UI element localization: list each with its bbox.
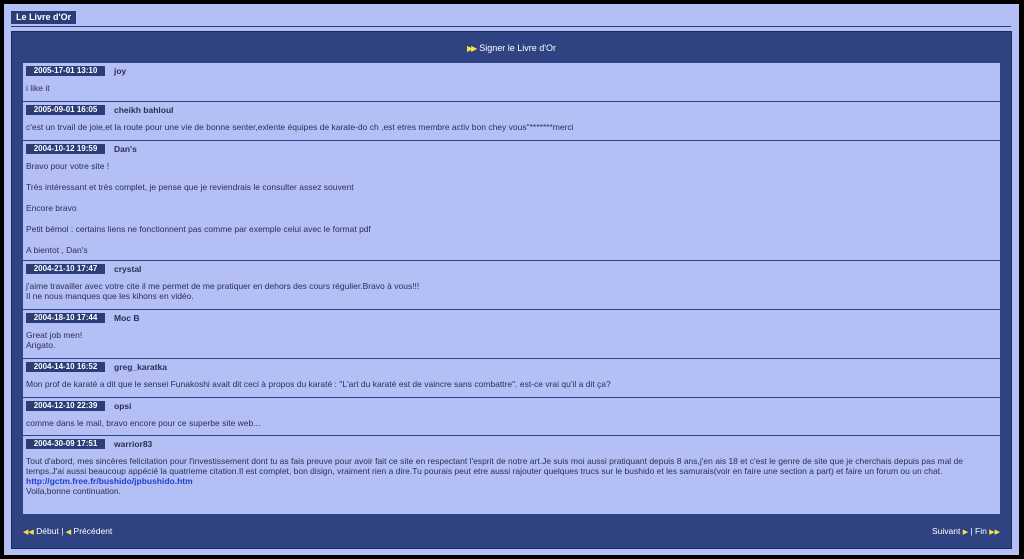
guestbook-page: Le Livre d'Or ▶▶ Signer le Livre d'Or 200…: [4, 4, 1019, 555]
guestbook-entry: 2005-09-01 16:05 cheikh bahloul c'est un…: [23, 102, 1000, 141]
title-divider: [11, 26, 1011, 27]
entry-date: 2005-17-01 13:10: [26, 66, 105, 76]
message-line: Très intéressant et très complet, je pen…: [26, 182, 354, 192]
guestbook-entry: 2004-12-10 22:39 opsi comme dans le mail…: [23, 398, 1000, 436]
arrow-left-icon: ◀: [65, 529, 72, 536]
guestbook-entry: 2004-21-10 17:47 crystal j'aime travaill…: [23, 261, 1000, 310]
entry-message: c'est un trvail de joie,et la route pour…: [23, 116, 1000, 132]
sign-guestbook-label: Signer le Livre d'Or: [479, 43, 557, 53]
entry-message: i like it: [23, 77, 1000, 93]
previous-page-link[interactable]: Précédent: [74, 526, 113, 536]
entry-message: j'aime travailler avec votre cite il me …: [23, 275, 1000, 301]
message-line: j'aime travailler avec votre cite il me …: [26, 281, 420, 291]
message-line: Encore bravo: [26, 203, 77, 213]
entry-message: Tout d'abord, mes sincères felicitation …: [23, 450, 1000, 496]
entry-author: greg_karatka: [114, 362, 167, 372]
guestbook-entry: 2004-10-12 19:59 Dan's Bravo pour votre …: [23, 141, 1000, 261]
guestbook-entry: 2005-17-01 13:10 joy i like it: [23, 63, 1000, 102]
message-line: i like it: [26, 83, 50, 93]
guestbook-entry: 2004-14-10 16:52 greg_karatka Mon prof d…: [23, 359, 1000, 398]
entry-message: Bravo pour votre site ! Très intéressant…: [23, 155, 1000, 255]
entries-list: 2005-17-01 13:10 joy i like it 2005-09-0…: [23, 63, 1000, 514]
entry-author: opsi: [114, 401, 132, 411]
message-line: c'est un trvail de joie,et la route pour…: [26, 122, 574, 132]
entry-link[interactable]: http://gctm.free.fr/bushido/jpbushido.ht…: [26, 476, 193, 486]
guestbook-entry: 2004-18-10 17:44 Moc B Great job men! Ar…: [23, 310, 1000, 359]
page-title: Le Livre d'Or: [11, 11, 77, 24]
entry-message: comme dans le mail, bravo encore pour ce…: [23, 412, 1000, 428]
first-page-link[interactable]: Début: [36, 526, 59, 536]
double-arrow-right-icon: ▶▶: [989, 529, 1000, 536]
entry-date: 2004-21-10 17:47: [26, 264, 105, 274]
message-line: Arigato.: [26, 340, 56, 350]
message-line: Bravo pour votre site !: [26, 161, 110, 171]
nav-separator: |: [58, 526, 66, 536]
entry-message: Mon prof de karaté a dit que le sensei F…: [23, 373, 1000, 389]
entry-author: joy: [114, 66, 127, 76]
entry-date: 2005-09-01 16:05: [26, 105, 105, 115]
message-line: comme dans le mail, bravo encore pour ce…: [26, 418, 261, 428]
guestbook-entry: 2004-30-09 17:51 warrior83 Tout d'abord,…: [23, 436, 1000, 514]
message-line: Tout d'abord, mes sincères felicitation …: [26, 456, 964, 476]
entry-author: cheikh bahloul: [114, 105, 174, 115]
entry-author: crystal: [114, 264, 142, 274]
message-line: Petit bémol : certains liens ne fonction…: [26, 224, 371, 234]
entry-date: 2004-18-10 17:44: [26, 313, 105, 323]
next-page-link[interactable]: Suivant: [932, 526, 960, 536]
double-arrow-right-icon: ▶▶: [466, 44, 477, 53]
message-line: A bientot , Dan's: [26, 245, 88, 255]
guestbook-panel: ▶▶ Signer le Livre d'Or 2005-17-01 13:10 …: [11, 31, 1012, 549]
sign-guestbook-link[interactable]: ▶▶ Signer le Livre d'Or: [12, 43, 1011, 53]
message-line: Voila,bonne continuation.: [26, 486, 121, 496]
message-line: Great job men!: [26, 330, 83, 340]
last-page-link[interactable]: Fin: [975, 526, 987, 536]
double-arrow-left-icon: ◀◀: [23, 529, 34, 536]
entry-author: warrior83: [114, 439, 153, 449]
entry-date: 2004-10-12 19:59: [26, 144, 105, 154]
entry-date: 2004-14-10 16:52: [26, 362, 105, 372]
message-line: Il ne nous manques que les kihons en vid…: [26, 291, 194, 301]
entry-message: Great job men! Arigato.: [23, 324, 1000, 350]
pagination-prev: ◀◀ Début | ◀ Précédent: [23, 526, 112, 536]
pagination-next: Suivant ▶ | Fin ▶▶: [932, 526, 1000, 536]
entry-date: 2004-12-10 22:39: [26, 401, 105, 411]
entry-author: Moc B: [114, 313, 140, 323]
nav-separator: |: [968, 526, 976, 536]
message-line: Mon prof de karaté a dit que le sensei F…: [26, 379, 611, 389]
entry-author: Dan's: [114, 144, 137, 154]
entry-date: 2004-30-09 17:51: [26, 439, 105, 449]
